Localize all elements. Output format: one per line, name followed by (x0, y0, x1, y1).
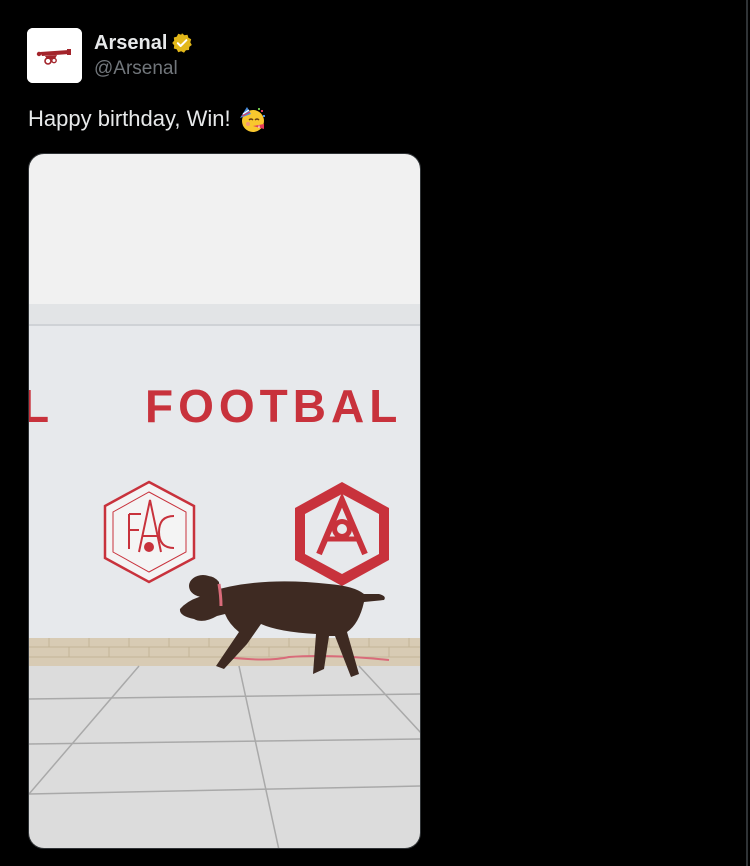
tweet-text: Happy birthday, Win! (28, 106, 231, 131)
arsenal-cannon-icon (27, 28, 82, 83)
author-display-name[interactable]: Arsenal (94, 32, 167, 55)
author-handle[interactable]: @Arsenal (94, 58, 178, 80)
tweet-text-row: Happy birthday, Win! (28, 104, 267, 134)
timeline-right-border (746, 0, 748, 866)
partying-face-emoji-icon (239, 107, 265, 132)
wall-text: FOOTBAL (145, 380, 402, 432)
author-name-row[interactable]: Arsenal (94, 30, 193, 56)
author-avatar[interactable] (27, 28, 82, 83)
wall-text-fragment: L (29, 380, 51, 432)
video-still-image: L FOOTBAL (29, 154, 420, 848)
verified-badge-icon[interactable] (171, 32, 193, 54)
tweet-media-video[interactable]: L FOOTBAL (28, 153, 421, 849)
